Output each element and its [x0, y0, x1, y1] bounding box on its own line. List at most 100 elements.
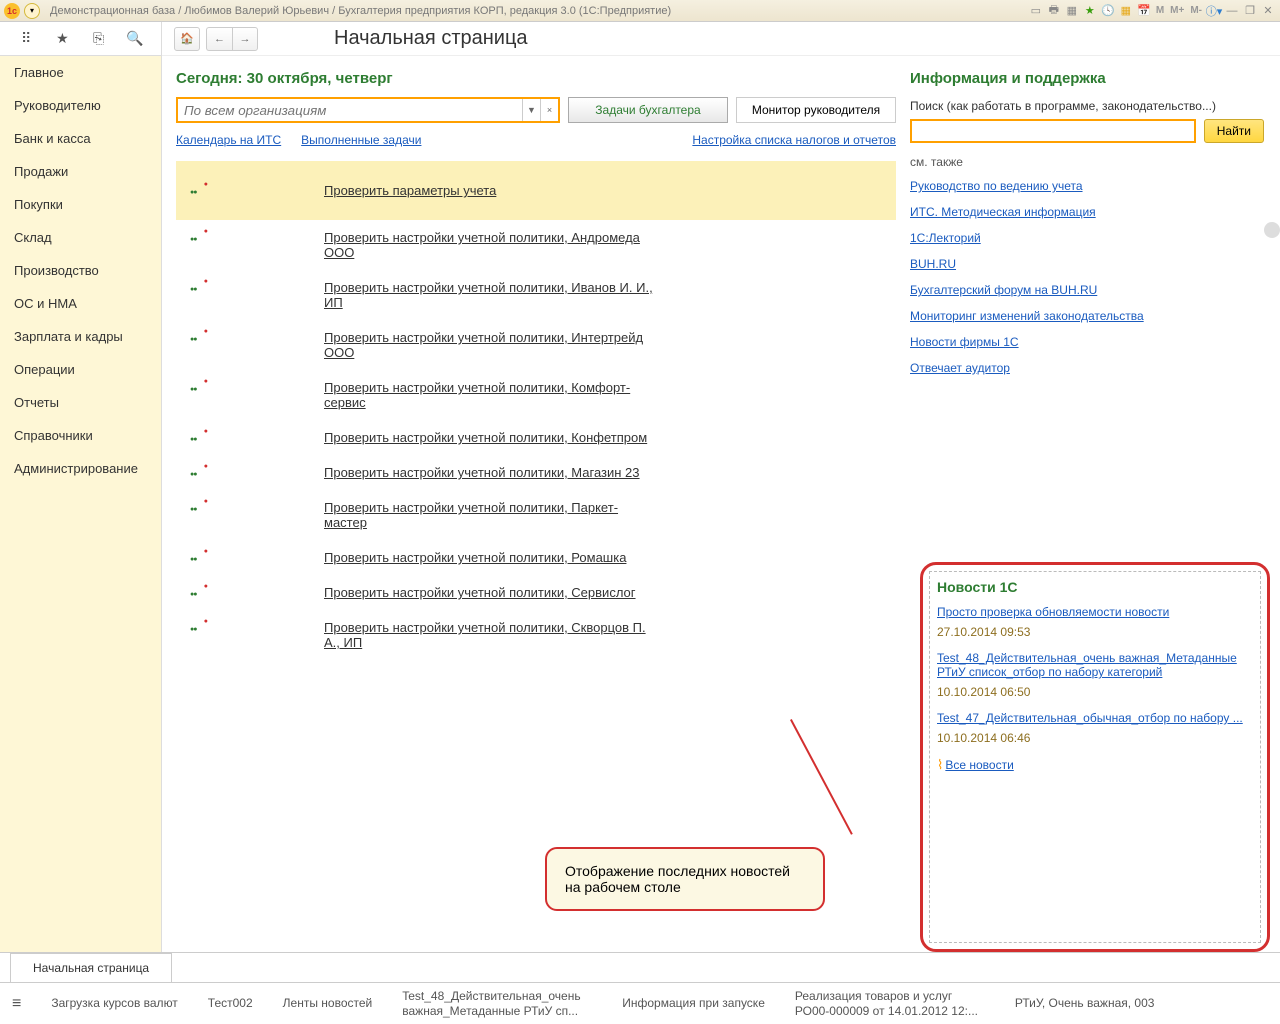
support-link[interactable]: Отвечает аудитор [910, 361, 1264, 375]
task-link[interactable]: Проверить настройки учетной политики, Ан… [324, 230, 654, 260]
all-news-link[interactable]: Все новости [945, 758, 1013, 772]
status-item[interactable]: Тест002 [208, 996, 253, 1010]
memory-mminus[interactable]: M- [1188, 5, 1204, 16]
app-icon: 1c [4, 3, 20, 19]
calendar-link[interactable]: Календарь на ИТС [176, 133, 281, 147]
sidebar-item[interactable]: Склад [0, 221, 161, 254]
news-link[interactable]: Test_47_Действительная_обычная_отбор по … [937, 711, 1243, 725]
task-row: Проверить настройки учетной политики, Па… [176, 490, 896, 540]
task-row: Проверить настройки учетной политики, Ко… [176, 420, 896, 455]
find-button[interactable]: Найти [1204, 119, 1264, 143]
scrollbar-thumb[interactable] [1264, 222, 1280, 238]
search-icon[interactable]: 🔍 [125, 29, 145, 49]
news-date: 10.10.2014 06:46 [937, 731, 1253, 745]
sidebar-item[interactable]: Банк и касса [0, 122, 161, 155]
sidebar-item[interactable]: Руководителю [0, 89, 161, 122]
toolbar-icon-2[interactable]: 🖶 [1046, 3, 1062, 19]
task-link[interactable]: Проверить настройки учетной политики, Ко… [324, 380, 654, 410]
close-button[interactable]: ✕ [1260, 3, 1276, 19]
sidebar-item[interactable]: Покупки [0, 188, 161, 221]
task-link[interactable]: Проверить настройки учетной политики, Ко… [324, 430, 654, 445]
support-link[interactable]: Мониторинг изменений законодательства [910, 309, 1264, 323]
task-status-icon [190, 585, 204, 599]
task-link[interactable]: Проверить настройки учетной политики, Ро… [324, 550, 654, 565]
task-row: Проверить параметры учета [176, 161, 896, 220]
news-link[interactable]: Test_48_Действительная_очень важная_Мета… [937, 651, 1237, 679]
accountant-tab[interactable]: Задачи бухгалтера [568, 97, 728, 123]
sidebar-item[interactable]: Операции [0, 353, 161, 386]
today-header: Сегодня: 30 октября, четверг [176, 70, 896, 87]
status-menu-icon[interactable]: ≡ [12, 995, 21, 1013]
status-item[interactable]: Загрузка курсов валют [51, 996, 177, 1010]
sidebar: ⠿ ★ ⎘ 🔍 ГлавноеРуководителюБанк и кассаП… [0, 22, 162, 952]
task-status-icon [190, 620, 204, 634]
sidebar-item[interactable]: Администрирование [0, 452, 161, 485]
org-filter-input[interactable] [178, 99, 522, 121]
org-filter-clear[interactable]: × [540, 99, 558, 121]
news-item: Просто проверка обновляемости новости27.… [937, 605, 1253, 639]
manager-tab[interactable]: Монитор руководителя [736, 97, 896, 123]
task-link[interactable]: Проверить настройки учетной политики, Ск… [324, 620, 654, 650]
back-button[interactable]: ← [206, 27, 232, 51]
sidebar-item[interactable]: Справочники [0, 419, 161, 452]
support-link[interactable]: BUH.RU [910, 257, 1264, 271]
history-nav-icon[interactable]: ⎘ [89, 29, 109, 49]
tax-settings-link[interactable]: Настройка списка налогов и отчетов [692, 133, 896, 147]
task-link[interactable]: Проверить настройки учетной политики, Ма… [324, 465, 654, 480]
task-status-icon [190, 550, 204, 564]
org-filter[interactable]: ▼ × [176, 97, 560, 123]
memory-m[interactable]: M [1154, 5, 1166, 16]
toolbar-icon-1[interactable]: ▭ [1028, 3, 1044, 19]
news-panel: Новости 1С Просто проверка обновляемости… [920, 562, 1270, 952]
sections-icon[interactable]: ⠿ [16, 29, 36, 49]
center-pane: Сегодня: 30 октября, четверг ▼ × Задачи … [162, 56, 910, 952]
support-search-input[interactable] [910, 119, 1196, 143]
task-row: Проверить настройки учетной политики, Ма… [176, 455, 896, 490]
support-link[interactable]: Новости фирмы 1С [910, 335, 1264, 349]
task-link[interactable]: Проверить параметры учета [324, 183, 654, 198]
info-icon[interactable]: ⓘ▾ [1206, 3, 1222, 19]
sidebar-item[interactable]: Производство [0, 254, 161, 287]
restore-button[interactable]: ❐ [1242, 3, 1258, 19]
home-button[interactable]: 🏠 [174, 27, 200, 51]
support-link[interactable]: Руководство по ведению учета [910, 179, 1264, 193]
sidebar-item[interactable]: Главное [0, 56, 161, 89]
task-status-icon [190, 500, 204, 514]
toolbar-icon-6[interactable]: ▦ [1118, 3, 1134, 19]
task-row: Проверить настройки учетной политики, Ан… [176, 220, 896, 270]
right-pane: Информация и поддержка Поиск (как работа… [910, 56, 1280, 952]
task-link[interactable]: Проверить настройки учетной политики, Ин… [324, 330, 654, 360]
sidebar-item[interactable]: Продажи [0, 155, 161, 188]
sidebar-item[interactable]: Зарплата и кадры [0, 320, 161, 353]
task-link[interactable]: Проверить настройки учетной политики, Па… [324, 500, 654, 530]
favorites-nav-icon[interactable]: ★ [52, 29, 72, 49]
memory-mplus[interactable]: M+ [1168, 5, 1186, 16]
support-link[interactable]: 1С:Лекторий [910, 231, 1264, 245]
news-link[interactable]: Просто проверка обновляемости новости [937, 605, 1169, 619]
org-filter-dropdown[interactable]: ▼ [522, 99, 540, 121]
calendar-icon[interactable]: 📅 [1136, 3, 1152, 19]
toolbar-icon-3[interactable]: ▦ [1064, 3, 1080, 19]
support-header: Информация и поддержка [910, 70, 1264, 87]
done-tasks-link[interactable]: Выполненные задачи [301, 133, 421, 147]
support-link[interactable]: Бухгалтерский форум на BUH.RU [910, 283, 1264, 297]
minimize-button[interactable]: — [1224, 3, 1240, 19]
sidebar-item[interactable]: Отчеты [0, 386, 161, 419]
task-link[interactable]: Проверить настройки учетной политики, Ив… [324, 280, 654, 310]
sidebar-item[interactable]: ОС и НМА [0, 287, 161, 320]
task-status-icon [190, 465, 204, 479]
bottom-tab-start[interactable]: Начальная страница [10, 953, 172, 982]
news-item: Test_48_Действительная_очень важная_Мета… [937, 651, 1253, 699]
status-item[interactable]: Test_48_Действительная_очень важная_Мета… [402, 989, 592, 1018]
favorites-icon[interactable]: ★ [1082, 3, 1098, 19]
task-link[interactable]: Проверить настройки учетной политики, Се… [324, 585, 654, 600]
app-menu-button[interactable]: ▾ [24, 3, 40, 19]
status-item[interactable]: РТиУ, Очень важная, 003 [1015, 996, 1155, 1010]
support-link[interactable]: ИТС. Методическая информация [910, 205, 1264, 219]
status-item[interactable]: Ленты новостей [283, 996, 373, 1010]
news-item: Test_47_Действительная_обычная_отбор по … [937, 711, 1253, 745]
forward-button[interactable]: → [232, 27, 258, 51]
status-item[interactable]: Реализация товаров и услуг РО00-000009 о… [795, 989, 985, 1018]
history-icon[interactable]: 🕓 [1100, 3, 1116, 19]
status-item[interactable]: Информация при запуске [622, 996, 765, 1010]
